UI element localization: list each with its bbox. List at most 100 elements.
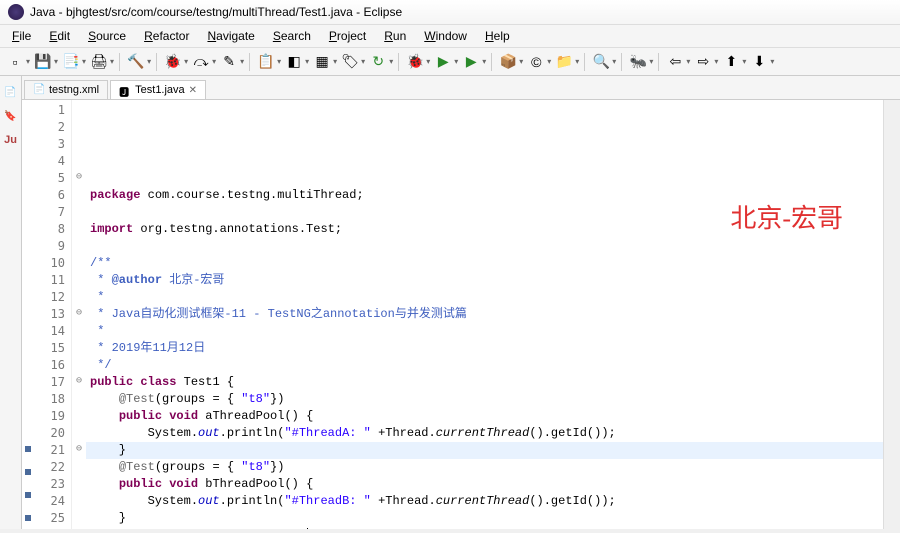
- breakpoint-slot[interactable]: [22, 219, 34, 236]
- junit-icon[interactable]: Ju: [3, 132, 19, 148]
- code-line[interactable]: System.out.println("#ThreadB: " +Thread.…: [90, 493, 879, 510]
- breakpoint-slot[interactable]: [22, 406, 34, 423]
- code-line[interactable]: }: [90, 510, 879, 527]
- run-ext-dropdown[interactable]: ▾: [482, 57, 486, 66]
- breakpoint-slot[interactable]: [22, 134, 34, 151]
- tags-button[interactable]: 🏷: [339, 51, 361, 73]
- new-pkg-button[interactable]: 📦: [497, 51, 519, 73]
- code-area[interactable]: 1234567891011121314151617181920212223242…: [22, 100, 900, 529]
- breakpoint-slot[interactable]: [22, 304, 34, 321]
- fwd-dropdown[interactable]: ▾: [714, 57, 718, 66]
- code-line[interactable]: @Test(groups = { "t8"}): [90, 527, 879, 529]
- refresh-green-button[interactable]: ↻: [367, 51, 389, 73]
- menu-source[interactable]: Source: [80, 27, 134, 45]
- folder-dropdown[interactable]: ▾: [575, 57, 579, 66]
- close-icon[interactable]: ✕: [189, 85, 197, 96]
- ant-dropdown[interactable]: ▾: [649, 57, 653, 66]
- search-dropdown[interactable]: ▾: [612, 57, 616, 66]
- debug-hint-button[interactable]: 🐞: [162, 51, 184, 73]
- back-button[interactable]: ⇦: [664, 51, 686, 73]
- bookmark-icon[interactable]: 🔖: [3, 108, 19, 124]
- run-green-button[interactable]: ▶: [432, 51, 454, 73]
- tab-testng-xml[interactable]: 📄testng.xml: [24, 80, 108, 99]
- save-all-dropdown[interactable]: ▾: [82, 57, 86, 66]
- breakpoint-slot[interactable]: [22, 515, 34, 529]
- pen-button[interactable]: ✎: [218, 51, 240, 73]
- breakpoint-slot[interactable]: [22, 355, 34, 372]
- fwd-button[interactable]: ⇨: [692, 51, 714, 73]
- restore-icon[interactable]: 📄: [3, 84, 19, 100]
- menu-search[interactable]: Search: [265, 27, 319, 45]
- code-line[interactable]: /**: [90, 255, 879, 272]
- breakpoint-slot[interactable]: [22, 100, 34, 117]
- search-button[interactable]: 🔍: [590, 51, 612, 73]
- new-button[interactable]: ▫: [4, 51, 26, 73]
- code-line[interactable]: [90, 238, 879, 255]
- code-line[interactable]: @Test(groups = { "t8"}): [90, 391, 879, 408]
- menu-file[interactable]: File: [4, 27, 39, 45]
- build-dropdown[interactable]: ▾: [147, 57, 151, 66]
- skip-bp-button[interactable]: ⤼: [190, 51, 212, 73]
- code-line[interactable]: * Java自动化测试框架-11 - TestNG之annotation与并发测…: [90, 306, 879, 323]
- code-line[interactable]: * @author 北京-宏哥: [90, 272, 879, 289]
- code-line[interactable]: public void aThreadPool() {: [90, 408, 879, 425]
- prev-ann-button[interactable]: ⬆: [720, 51, 742, 73]
- back-dropdown[interactable]: ▾: [686, 57, 690, 66]
- menu-project[interactable]: Project: [321, 27, 374, 45]
- breakpoint-slot[interactable]: [22, 423, 34, 440]
- menu-edit[interactable]: Edit: [41, 27, 78, 45]
- prev-ann-dropdown[interactable]: ▾: [742, 57, 746, 66]
- breakpoint-slot[interactable]: [22, 151, 34, 168]
- breakpoint-slot[interactable]: [22, 321, 34, 338]
- menu-window[interactable]: Window: [416, 27, 475, 45]
- vertical-scrollbar[interactable]: [883, 100, 900, 529]
- fold-toggle[interactable]: ⊖: [72, 440, 86, 457]
- skip-bp-dropdown[interactable]: ▾: [212, 57, 216, 66]
- menu-help[interactable]: Help: [477, 27, 518, 45]
- fold-toggle[interactable]: ⊖: [72, 372, 86, 389]
- fold-toggle[interactable]: ⊖: [72, 168, 86, 185]
- toggle-dropdown[interactable]: ▾: [305, 57, 309, 66]
- menu-run[interactable]: Run: [376, 27, 414, 45]
- folder-button[interactable]: 📁: [553, 51, 575, 73]
- breakpoint-slot[interactable]: [22, 338, 34, 355]
- save-dropdown[interactable]: ▾: [54, 57, 58, 66]
- breakpoint-slot[interactable]: [22, 492, 34, 509]
- save-all-button[interactable]: 📑: [60, 51, 82, 73]
- tab-Test1-java[interactable]: 🅹Test1.java✕: [110, 80, 206, 99]
- breakpoint-slot[interactable]: [22, 287, 34, 304]
- next-ann-dropdown[interactable]: ▾: [770, 57, 774, 66]
- save-button[interactable]: 💾: [32, 51, 54, 73]
- code-line[interactable]: public void bThreadPool() {: [90, 476, 879, 493]
- code-line[interactable]: System.out.println("#ThreadA: " +Thread.…: [90, 425, 879, 442]
- code-line[interactable]: [90, 204, 879, 221]
- code-line[interactable]: import org.testng.annotations.Test;: [90, 221, 879, 238]
- breakpoint-slot[interactable]: [22, 446, 34, 463]
- task-dropdown[interactable]: ▾: [277, 57, 281, 66]
- pen-dropdown[interactable]: ▾: [240, 57, 244, 66]
- debug-hint-dropdown[interactable]: ▾: [184, 57, 188, 66]
- new-dropdown[interactable]: ▾: [26, 57, 30, 66]
- toggle-button[interactable]: ◧: [283, 51, 305, 73]
- play-debug-dropdown[interactable]: ▾: [426, 57, 430, 66]
- breakpoint-slot[interactable]: [22, 168, 34, 185]
- breakpoint-slot[interactable]: [22, 270, 34, 287]
- source-editor[interactable]: 北京-宏哥 package com.course.testng.multiThr…: [86, 100, 883, 529]
- code-line[interactable]: *: [90, 289, 879, 306]
- print-button[interactable]: 🖨: [88, 51, 110, 73]
- code-line[interactable]: package com.course.testng.multiThread;: [90, 187, 879, 204]
- code-line[interactable]: * 2019年11月12日: [90, 340, 879, 357]
- next-ann-button[interactable]: ⬇: [748, 51, 770, 73]
- new-class-dropdown[interactable]: ▾: [547, 57, 551, 66]
- run-ext-button[interactable]: ▶: [460, 51, 482, 73]
- new-class-button[interactable]: ©: [525, 51, 547, 73]
- task-button[interactable]: 📋: [255, 51, 277, 73]
- new-pkg-dropdown[interactable]: ▾: [519, 57, 523, 66]
- code-line[interactable]: */: [90, 357, 879, 374]
- fold-toggle[interactable]: ⊖: [72, 304, 86, 321]
- breakpoint-slot[interactable]: [22, 253, 34, 270]
- breakpoint-slot[interactable]: [22, 469, 34, 486]
- breakpoint-slot[interactable]: [22, 202, 34, 219]
- grid-dropdown[interactable]: ▾: [333, 57, 337, 66]
- tags-dropdown[interactable]: ▾: [361, 57, 365, 66]
